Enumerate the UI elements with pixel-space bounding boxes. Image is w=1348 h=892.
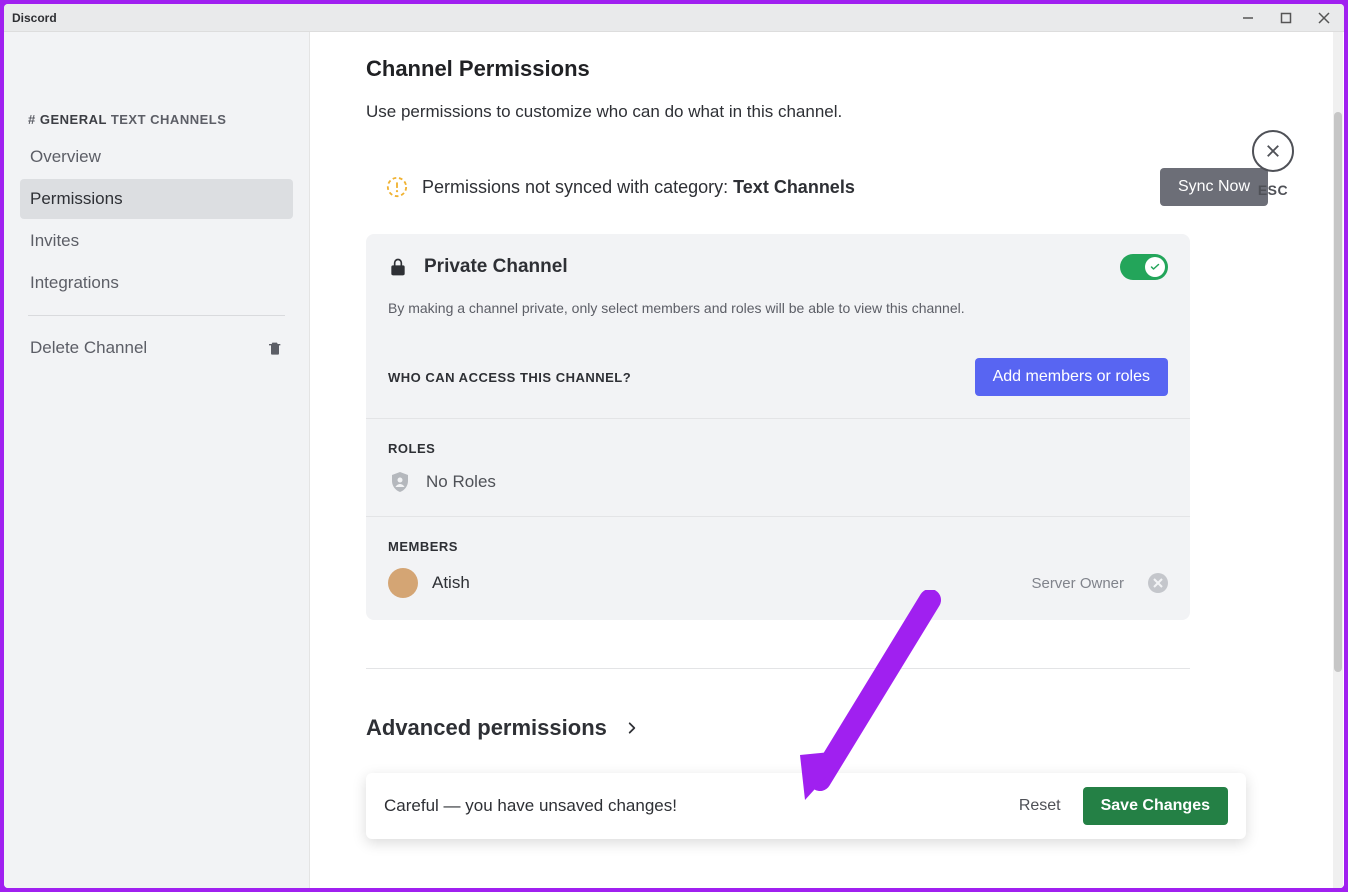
private-toggle[interactable]	[1120, 254, 1168, 280]
minimize-icon	[1242, 12, 1254, 24]
sidebar-delete-channel[interactable]: Delete Channel	[20, 328, 293, 368]
app-window: Discord # GENERAL TEXT CHANNELS Overview…	[4, 4, 1344, 888]
sidebar-header: # GENERAL TEXT CHANNELS	[4, 112, 309, 135]
maximize-button[interactable]	[1274, 6, 1298, 30]
advanced-permissions-title: Advanced permissions	[366, 715, 607, 741]
sidebar-item-label: Permissions	[30, 189, 123, 208]
app-body: # GENERAL TEXT CHANNELS Overview Permiss…	[4, 32, 1344, 888]
sync-text: Permissions not synced with category: Te…	[422, 177, 855, 198]
sidebar-item-label: Overview	[30, 147, 101, 166]
unsaved-text: Careful — you have unsaved changes!	[384, 796, 677, 816]
unsaved-changes-bar: Careful — you have unsaved changes! Rese…	[366, 773, 1246, 839]
remove-member-button[interactable]	[1148, 573, 1168, 593]
sidebar-item-permissions[interactable]: Permissions	[20, 179, 293, 219]
section-divider	[366, 668, 1190, 669]
sidebar: # GENERAL TEXT CHANNELS Overview Permiss…	[4, 32, 310, 888]
minimize-button[interactable]	[1236, 6, 1260, 30]
main-content: Channel Permissions Use permissions to c…	[310, 32, 1344, 888]
toggle-knob	[1145, 257, 1165, 277]
private-channel-row: Private Channel	[366, 234, 1190, 300]
avatar	[388, 568, 418, 598]
reset-button[interactable]: Reset	[1005, 789, 1075, 823]
access-label: WHO CAN ACCESS THIS CHANNEL?	[388, 370, 631, 385]
page-title: Channel Permissions	[366, 56, 1288, 82]
check-icon	[1149, 261, 1161, 273]
scrollbar[interactable]	[1333, 32, 1343, 888]
maximize-icon	[1280, 12, 1292, 24]
esc-close-button[interactable]	[1252, 130, 1294, 172]
sidebar-item-invites[interactable]: Invites	[20, 221, 293, 261]
roles-empty-row: No Roles	[366, 470, 1190, 517]
sync-notice: Permissions not synced with category: Te…	[366, 158, 1288, 234]
member-name: Atish	[432, 573, 470, 593]
esc-label: ESC	[1252, 182, 1294, 198]
close-icon	[1318, 12, 1330, 24]
private-channel-title: Private Channel	[424, 256, 568, 278]
x-icon	[1153, 578, 1163, 588]
hash-icon: #	[28, 112, 36, 127]
lock-icon	[388, 257, 408, 277]
chevron-right-icon	[625, 721, 639, 735]
window-title: Discord	[12, 11, 57, 25]
sync-warning-icon	[386, 176, 408, 198]
no-roles-text: No Roles	[426, 472, 496, 492]
members-label: MEMBERS	[366, 517, 1190, 568]
sync-category: Text Channels	[733, 177, 855, 197]
sidebar-header-bold: GENERAL	[40, 112, 107, 127]
save-changes-button[interactable]: Save Changes	[1083, 787, 1228, 825]
esc-block: ESC	[1252, 130, 1294, 198]
advanced-permissions-row[interactable]: Advanced permissions	[366, 715, 1190, 741]
close-button[interactable]	[1312, 6, 1336, 30]
sidebar-item-label: Invites	[30, 231, 79, 250]
window-controls	[1236, 6, 1336, 30]
role-shield-icon	[388, 470, 412, 494]
sidebar-header-rest: TEXT CHANNELS	[111, 112, 227, 127]
trash-icon	[267, 340, 283, 356]
sidebar-item-integrations[interactable]: Integrations	[20, 263, 293, 303]
sidebar-divider	[28, 315, 285, 316]
sidebar-item-overview[interactable]: Overview	[20, 137, 293, 177]
add-members-roles-button[interactable]: Add members or roles	[975, 358, 1168, 396]
scrollbar-thumb[interactable]	[1334, 112, 1342, 672]
access-row: WHO CAN ACCESS THIS CHANNEL? Add members…	[366, 336, 1190, 419]
roles-label: ROLES	[366, 419, 1190, 470]
private-channel-desc: By making a channel private, only select…	[366, 300, 1190, 336]
member-row: Atish Server Owner	[366, 568, 1190, 620]
page-subtitle: Use permissions to customize who can do …	[366, 102, 1288, 122]
titlebar: Discord	[4, 4, 1344, 32]
member-tag: Server Owner	[1031, 575, 1124, 592]
close-icon	[1264, 142, 1282, 160]
delete-label: Delete Channel	[30, 338, 147, 358]
permissions-panel: Private Channel By making a channel priv…	[366, 234, 1190, 620]
sidebar-item-label: Integrations	[30, 273, 119, 292]
sync-prefix: Permissions not synced with category:	[422, 177, 733, 197]
